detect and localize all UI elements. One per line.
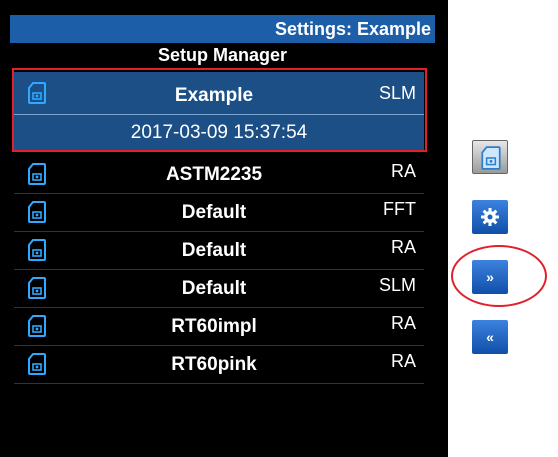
setup-name: Default bbox=[181, 202, 247, 223]
gear-icon bbox=[481, 208, 499, 226]
setup-file-icon bbox=[28, 353, 46, 375]
setup-file-icon bbox=[28, 277, 46, 299]
setup-file-icon bbox=[28, 315, 46, 337]
row-divider bbox=[14, 383, 424, 384]
setup-list-row[interactable]: Default FFT bbox=[14, 194, 424, 232]
setup-file-icon bbox=[28, 201, 46, 223]
rewind-icon: « bbox=[486, 329, 494, 345]
setup-list-row[interactable]: RT60impl RA bbox=[14, 308, 424, 346]
page-title: Setup Manager bbox=[157, 45, 288, 65]
setup-name: ASTM2235 bbox=[165, 164, 263, 185]
setup-type: SLM bbox=[378, 275, 416, 295]
setup-type: RA bbox=[390, 313, 416, 333]
next-button[interactable]: » bbox=[472, 260, 508, 294]
setup-file-icon bbox=[28, 82, 46, 104]
setup-type: FFT bbox=[383, 199, 416, 219]
setup-list-row[interactable]: ASTM2235 RA bbox=[14, 156, 424, 194]
window-title: Settings: Example bbox=[10, 15, 435, 43]
setup-list-row[interactable]: Default SLM bbox=[14, 270, 424, 308]
setup-name: RT60impl bbox=[171, 316, 257, 337]
setup-file-icon bbox=[28, 163, 46, 185]
setup-list-row[interactable]: RT60pink RA bbox=[14, 346, 424, 384]
setup-timestamp: 2017-03-09 15:37:54 bbox=[130, 122, 308, 143]
setup-file-icon bbox=[28, 239, 46, 261]
save-setup-button[interactable] bbox=[472, 140, 508, 174]
setup-type: RA bbox=[390, 351, 416, 371]
setup-type: SLM bbox=[378, 83, 416, 103]
setup-file-icon bbox=[481, 146, 501, 170]
setup-name: Example bbox=[174, 85, 254, 106]
setup-type: RA bbox=[390, 237, 416, 257]
setup-name: RT60pink bbox=[171, 354, 257, 375]
setup-name: Default bbox=[181, 278, 247, 299]
row-divider bbox=[14, 114, 424, 115]
setup-list-row[interactable]: Default RA bbox=[14, 232, 424, 270]
setup-name: Default bbox=[181, 240, 247, 261]
setup-type: RA bbox=[390, 161, 416, 181]
prev-button[interactable]: « bbox=[472, 320, 508, 354]
settings-button[interactable] bbox=[472, 200, 508, 234]
instrument-screen: Settings: Example Setup Manager Example … bbox=[0, 0, 448, 457]
fast-forward-icon: » bbox=[486, 269, 494, 285]
